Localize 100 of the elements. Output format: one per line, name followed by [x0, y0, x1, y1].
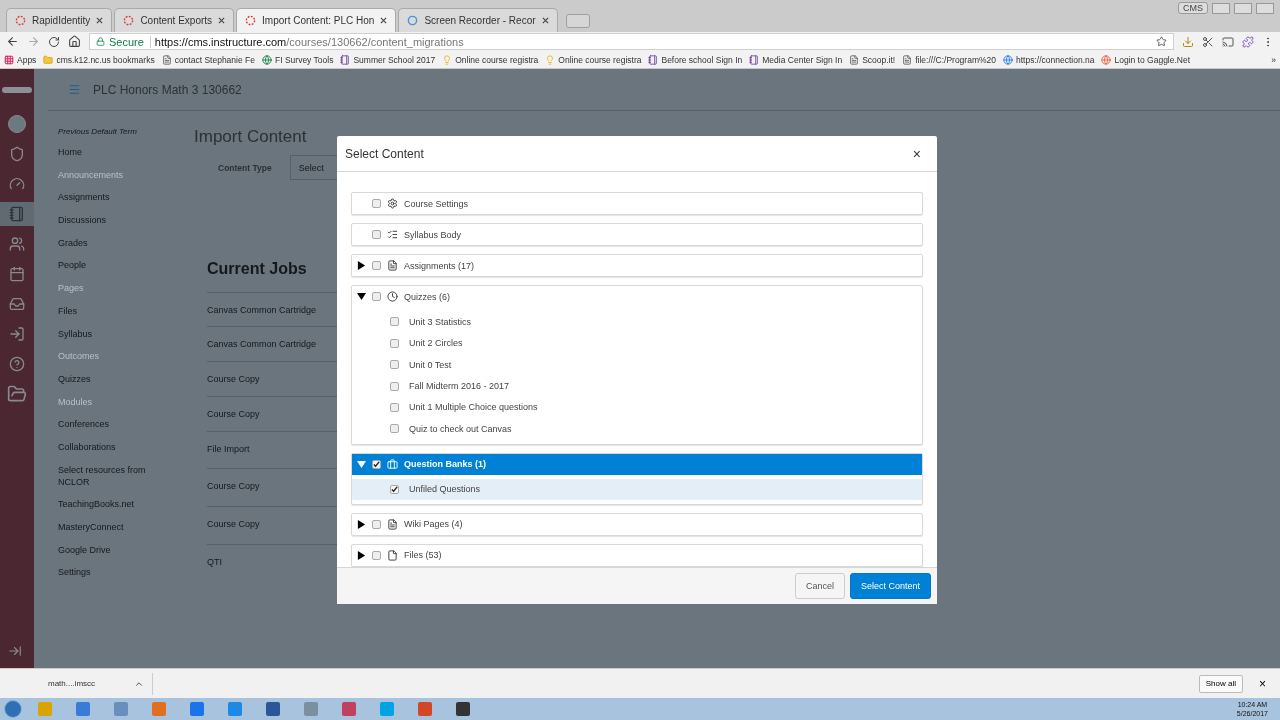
nav-link[interactable]: Syllabus — [58, 327, 170, 340]
profile-button[interactable]: CMS — [1178, 2, 1208, 14]
start-button[interactable] — [4, 700, 22, 718]
checkbox[interactable] — [390, 484, 399, 494]
loading-circle-icon — [123, 15, 135, 26]
nav-link[interactable]: Select resources from NCLOR — [58, 463, 170, 488]
select-content-button[interactable]: Select Content — [849, 572, 931, 599]
courses-icon[interactable] — [0, 202, 34, 226]
forward-icon[interactable] — [27, 35, 40, 48]
scissors-icon[interactable] — [1202, 35, 1214, 48]
nav-link[interactable]: People — [58, 259, 170, 272]
download-item[interactable]: math....imscc — [8, 672, 153, 695]
close-tab-icon[interactable] — [380, 17, 388, 24]
content-row[interactable]: Course Settings — [352, 193, 922, 215]
content-row[interactable]: Quizzes (6) — [352, 286, 922, 308]
bookmark[interactable]: cms.k12.nc.us bookmarks — [43, 54, 155, 65]
child-row[interactable]: Unit 2 Circles — [352, 332, 922, 354]
checkbox[interactable] — [372, 519, 381, 529]
collapsed-triangle-icon[interactable] — [356, 519, 366, 529]
child-row[interactable]: Unit 0 Test — [352, 353, 922, 376]
checkbox[interactable] — [390, 381, 399, 391]
nav-link[interactable]: TeachingBooks.net — [58, 498, 170, 511]
child-row[interactable]: Quiz to check out Canvas — [352, 418, 922, 440]
bookmark[interactable]: Before school Sign In — [648, 54, 743, 65]
expanded-triangle-icon[interactable] — [356, 292, 366, 302]
item-label: Quiz to check out Canvas — [409, 423, 512, 434]
child-row[interactable]: Unfiled Questions — [352, 478, 922, 500]
checkbox[interactable] — [372, 199, 381, 209]
nav-link[interactable]: MasteryConnect — [58, 521, 170, 533]
bookmark[interactable]: Summer School 2017 — [340, 54, 436, 65]
checkbox[interactable] — [372, 230, 381, 240]
bookmark[interactable]: Media Center Sign In — [749, 54, 843, 65]
bookmark-star-icon[interactable] — [1156, 36, 1167, 47]
close-tab-icon[interactable] — [541, 17, 549, 24]
checkbox[interactable] — [372, 261, 381, 271]
browser-tab[interactable]: Import Content: PLC Hon — [236, 8, 397, 32]
browser-tab[interactable]: Screen Recorder - Recor — [398, 8, 558, 32]
bookmark[interactable]: https://connection.na — [1003, 54, 1095, 65]
address-field[interactable]: Secure https://cms.instructure.com/courses/130662/content_migrations — [89, 33, 1174, 50]
minimize-button[interactable] — [1212, 2, 1230, 14]
item-label: Syllabus Body — [404, 229, 462, 240]
nav-link[interactable]: Files — [58, 304, 170, 317]
bookmark[interactable]: Scoop.it! — [849, 54, 896, 65]
nav-link[interactable]: Google Drive — [58, 543, 170, 556]
collapsed-triangle-icon[interactable] — [356, 261, 366, 271]
content-row[interactable]: Assignments (17) — [352, 255, 922, 277]
content-row[interactable]: Files (53) — [352, 544, 922, 566]
file-icon — [387, 549, 398, 561]
checkbox[interactable] — [390, 402, 399, 412]
apps-grid-icon — [4, 54, 14, 65]
bookmark[interactable]: file:///C:/Program%20 — [902, 54, 996, 65]
bookmark[interactable]: Login to Gaggle.Net — [1101, 54, 1191, 65]
close-tab-icon[interactable] — [96, 17, 104, 24]
cancel-button[interactable]: Cancel — [794, 572, 845, 599]
nav-link[interactable]: Conferences — [58, 418, 170, 431]
close-window-button[interactable] — [1256, 2, 1274, 14]
maximize-button[interactable] — [1234, 2, 1252, 14]
selected-row[interactable]: Question Banks (1) — [352, 453, 922, 475]
close-button[interactable]: × — [1253, 675, 1272, 692]
show-all-button[interactable]: Show all — [1198, 674, 1243, 693]
more-bookmarks[interactable]: » — [1271, 54, 1276, 65]
checkbox[interactable] — [372, 459, 381, 469]
browser-tab[interactable]: RapidIdentity — [6, 8, 113, 32]
puzzle-icon[interactable] — [1242, 35, 1254, 48]
browser-tab[interactable]: Content Exports — [114, 8, 235, 32]
child-row[interactable]: Fall Midterm 2016 - 2017 — [352, 375, 922, 397]
collapsed-triangle-icon[interactable] — [356, 550, 366, 560]
close-tab-icon[interactable] — [218, 17, 226, 24]
checkbox[interactable] — [390, 338, 399, 348]
bookmark[interactable]: FI Survey Tools — [262, 54, 334, 65]
page-icon — [387, 518, 398, 530]
nav-link[interactable]: Grades — [58, 236, 170, 249]
bookmark[interactable]: Apps — [4, 54, 37, 65]
checkbox[interactable] — [390, 360, 399, 370]
nav-link[interactable]: Discussions — [58, 214, 170, 227]
cast-icon[interactable] — [1222, 35, 1234, 48]
gear-icon — [387, 198, 398, 210]
bookmark[interactable]: contact Stephanie Fe — [161, 54, 255, 65]
nav-link[interactable]: Settings — [58, 566, 170, 579]
checkbox[interactable] — [372, 292, 381, 302]
home-icon[interactable] — [68, 35, 81, 48]
content-row[interactable]: Syllabus Body — [352, 224, 922, 246]
nav-link[interactable]: Collaborations — [58, 440, 170, 453]
bookmark[interactable]: Online course registra — [545, 54, 642, 65]
checkbox[interactable] — [390, 424, 399, 434]
child-row[interactable]: Unit 3 Statistics — [352, 311, 922, 333]
new-tab-button[interactable] — [565, 14, 590, 28]
item-label: Unit 2 Circles — [409, 338, 463, 349]
nav-link[interactable]: Quizzes — [58, 372, 170, 385]
close-button[interactable]: × — [908, 145, 925, 162]
back-icon[interactable] — [6, 35, 19, 48]
child-row[interactable]: Unit 1 Multiple Choice questions — [352, 396, 922, 419]
checkbox[interactable] — [372, 550, 381, 560]
content-row[interactable]: Wiki Pages (4) — [352, 513, 922, 535]
nav-link[interactable]: Assignments — [58, 191, 170, 204]
form-icon — [749, 54, 760, 65]
bookmark[interactable]: Online course registra — [442, 54, 539, 65]
reload-icon[interactable] — [48, 35, 60, 48]
checkbox[interactable] — [390, 317, 399, 327]
nav-link[interactable]: Home — [58, 146, 170, 158]
